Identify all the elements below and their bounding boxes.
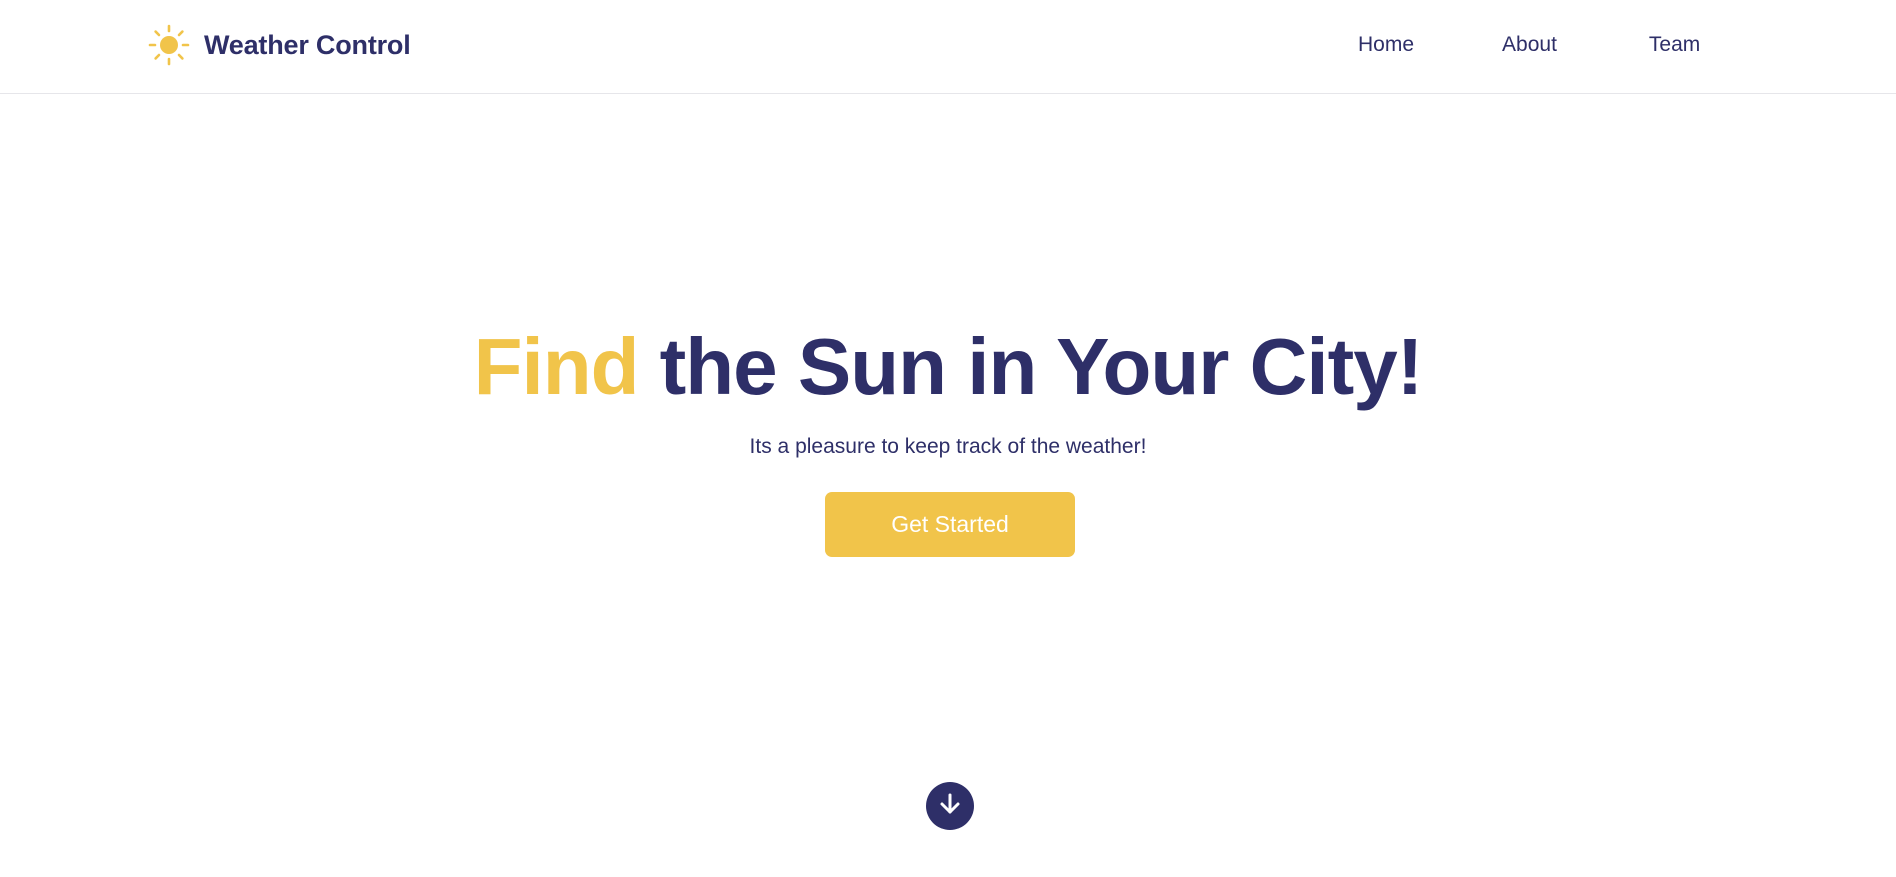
hero-title: Find the Sun in Your City!: [0, 322, 1896, 412]
brand-logo-link[interactable]: Weather Control: [148, 22, 411, 68]
hero-title-accent: Find: [473, 322, 640, 411]
main-nav: Home About Team: [1358, 30, 1700, 60]
sun-icon: [148, 24, 190, 66]
arrow-down-icon: [937, 791, 963, 822]
nav-link-team[interactable]: Team: [1649, 30, 1700, 60]
brand-name: Weather Control: [204, 29, 411, 60]
hero-title-rest: the Sun in Your City!: [638, 322, 1424, 411]
nav-link-about[interactable]: About: [1502, 30, 1557, 60]
get-started-button[interactable]: Get Started: [825, 492, 1075, 557]
hero-subtitle: Its a pleasure to keep track of the weat…: [749, 435, 1147, 458]
scroll-down-button[interactable]: [926, 782, 974, 830]
nav-link-home[interactable]: Home: [1358, 30, 1414, 60]
top-navbar: Weather Control Home About Team: [0, 0, 1896, 94]
